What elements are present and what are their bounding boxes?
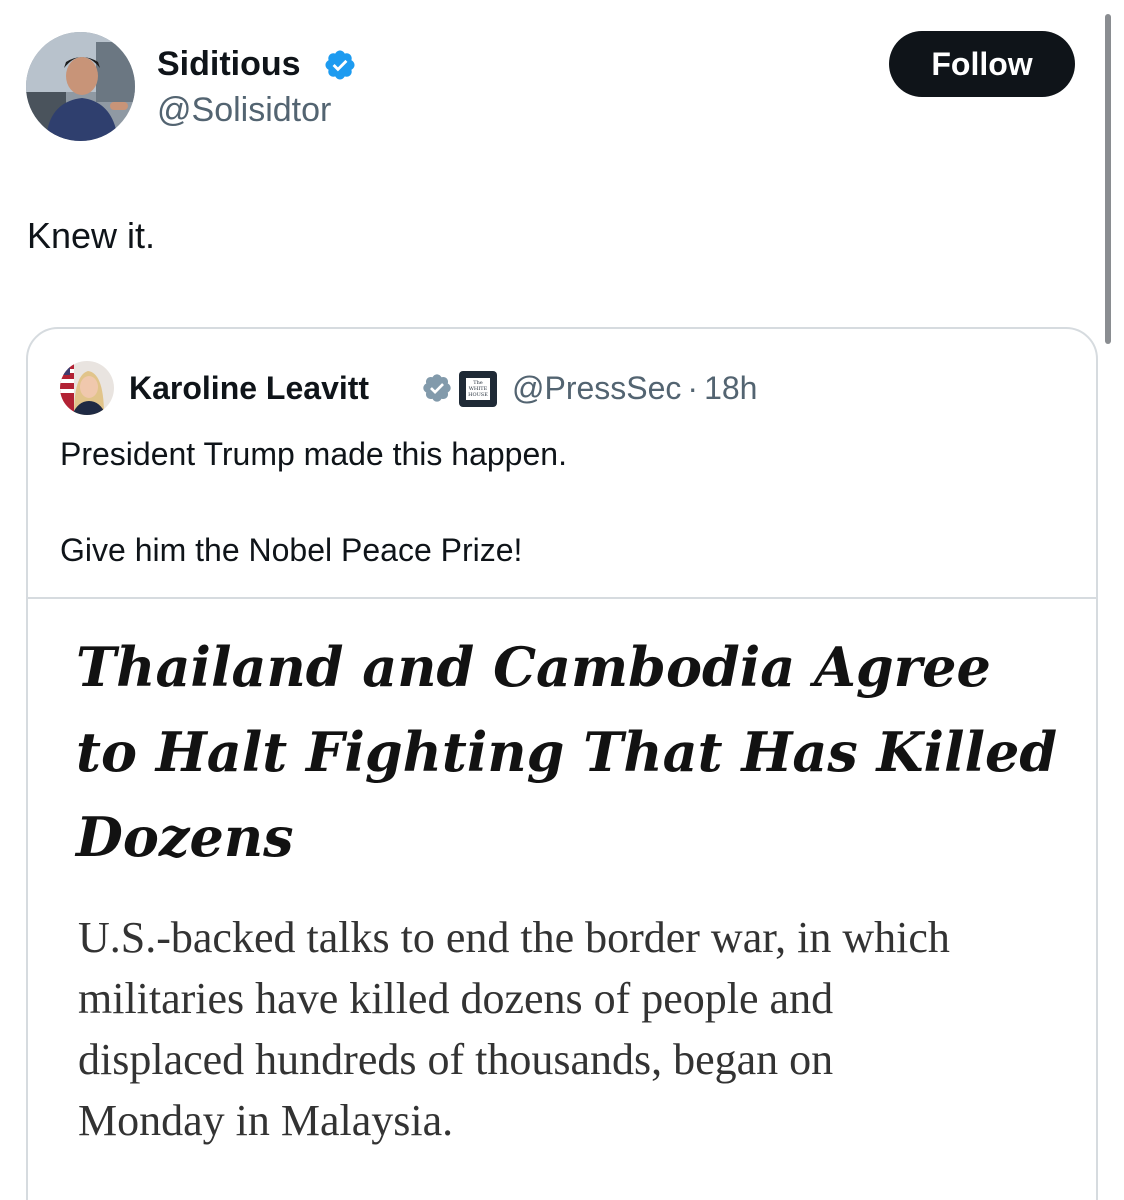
summary-line: U.S.-backed talks to end the border war,… <box>78 913 950 962</box>
headline-line: to Halt Fighting That Has Killed <box>76 720 1058 784</box>
summary-line: Monday in Malaysia. <box>78 1096 454 1145</box>
quoted-author-handle[interactable]: @PressSec <box>512 370 681 406</box>
author-avatar[interactable] <box>26 32 135 141</box>
quoted-text-line: President Trump made this happen. <box>60 436 567 472</box>
quoted-text-line: Give him the Nobel Peace Prize! <box>60 532 523 568</box>
follow-button[interactable]: Follow <box>889 31 1075 97</box>
quoted-author-name[interactable]: Karoline Leavitt <box>129 369 369 407</box>
scrollbar[interactable] <box>1105 14 1111 344</box>
verified-badge-icon <box>325 50 355 80</box>
affiliate-badge-text-3: HOUSE <box>468 392 488 398</box>
tweet-text: Knew it. <box>27 215 156 256</box>
meta-separator: · <box>687 370 699 406</box>
quoted-tweet-card[interactable]: Karoline Leavitt The WHITE HOUSE @PressS… <box>26 327 1098 1200</box>
headline-line: Dozens <box>76 805 294 869</box>
gray-verified-badge-icon <box>423 374 451 402</box>
quoted-author-avatar[interactable] <box>60 361 114 415</box>
summary-line: displaced hundreds of thousands, began o… <box>78 1035 834 1084</box>
quoted-author-meta: @PressSec · 18h <box>512 369 757 407</box>
quoted-media-image[interactable]: Thailand and Cambodia Agree to Halt Figh… <box>28 599 1096 1200</box>
white-house-affiliate-badge[interactable]: The WHITE HOUSE <box>459 371 497 407</box>
author-handle[interactable]: @Solisidtor <box>157 90 331 130</box>
headline-line: Thailand and Cambodia Agree <box>76 635 991 699</box>
quoted-timestamp[interactable]: 18h <box>704 370 757 406</box>
summary-line: militaries have killed dozens of people … <box>78 974 834 1023</box>
author-name[interactable]: Siditious <box>157 44 301 84</box>
